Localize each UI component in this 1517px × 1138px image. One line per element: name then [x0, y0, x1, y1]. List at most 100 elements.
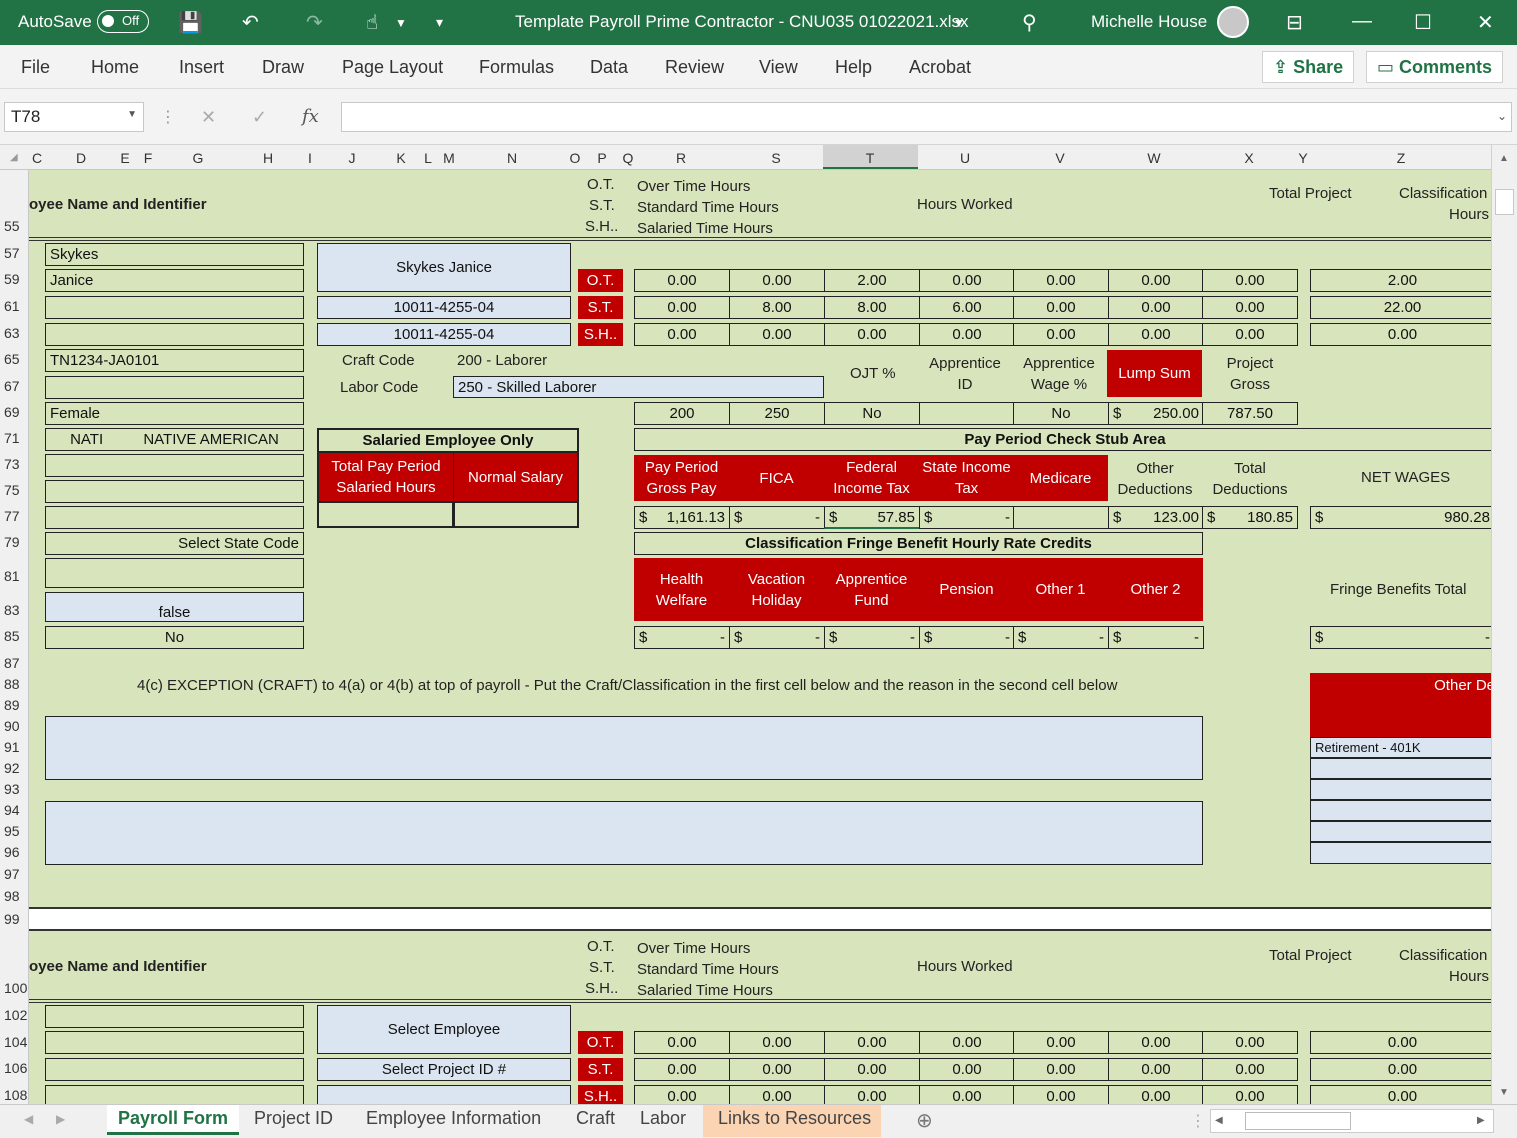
row-header-59[interactable]: 59 — [0, 271, 28, 287]
name-box[interactable]: T78 ▼ — [4, 102, 144, 132]
tab-labor[interactable]: Labor — [640, 1108, 686, 1129]
identifier-cell[interactable] — [45, 323, 304, 346]
close-icon[interactable]: ✕ — [1477, 10, 1494, 35]
retirement-cell[interactable]: Retirement - 401K — [1310, 737, 1491, 758]
hours-cell[interactable]: 0.00 — [634, 323, 730, 346]
hours-cell[interactable]: 8.00 — [729, 296, 825, 319]
row-header-94[interactable]: 94 — [0, 802, 28, 818]
maximize-icon[interactable]: ☐ — [1414, 10, 1432, 35]
hours-cell[interactable]: 2.00 — [824, 269, 920, 292]
hours-cell[interactable]: 0.00 — [1108, 1085, 1204, 1104]
hours-cell[interactable]: 8.00 — [824, 296, 920, 319]
hours-cell[interactable]: 6.00 — [919, 296, 1015, 319]
total-deductions-cell[interactable]: $180.85 — [1202, 506, 1298, 529]
chevron-down-icon[interactable]: ▼ — [395, 16, 407, 30]
hours-cell[interactable]: 0.00 — [634, 1031, 730, 1054]
hours-cell[interactable]: 0.00 — [919, 1031, 1015, 1054]
column-header-m[interactable]: M — [439, 150, 459, 166]
hours-cell[interactable]: 0.00 — [1108, 323, 1204, 346]
select-employee-cell[interactable]: Select Employee — [317, 1005, 571, 1054]
column-header-p[interactable]: P — [592, 150, 612, 166]
st-total-cell[interactable]: 22.00 — [1310, 296, 1491, 319]
first-name-cell[interactable] — [45, 1031, 304, 1054]
tab-craft[interactable]: Craft — [576, 1108, 615, 1129]
column-header-t[interactable]: T — [860, 150, 880, 166]
column-header-q[interactable]: Q — [618, 150, 638, 166]
column-header-f[interactable]: F — [138, 150, 158, 166]
menu-insert[interactable]: Insert — [179, 57, 224, 78]
row-header-75[interactable]: 75 — [0, 482, 28, 498]
row-header-71[interactable]: 71 — [0, 430, 28, 446]
row-header-96[interactable]: 96 — [0, 844, 28, 860]
hours-cell[interactable]: 0.00 — [1108, 296, 1204, 319]
avatar[interactable] — [1217, 6, 1249, 38]
comments-button[interactable]: ▭ Comments — [1366, 51, 1504, 83]
menu-view[interactable]: View — [759, 57, 798, 78]
other-deduction-cell[interactable] — [1310, 842, 1491, 864]
column-header-u[interactable]: U — [955, 150, 975, 166]
row-header-95[interactable]: 95 — [0, 823, 28, 839]
fringe-value-cell[interactable]: $ - — [824, 626, 920, 649]
fringe-value-cell[interactable]: $ - — [634, 626, 730, 649]
vertical-scrollbar[interactable]: ▲ ▼ — [1491, 145, 1517, 1104]
row-header-79[interactable]: 79 — [0, 534, 28, 550]
row-header-93[interactable]: 93 — [0, 781, 28, 797]
sh-total-cell[interactable]: 0.00 — [1310, 323, 1491, 346]
row-header-67[interactable]: 67 — [0, 378, 28, 394]
project-id[interactable]: 10011-4255-04 — [317, 323, 571, 346]
undo-icon[interactable]: ↶ — [242, 10, 259, 35]
labor-code-value[interactable]: 250 - Skilled Laborer — [453, 376, 824, 398]
row-header-77[interactable]: 77 — [0, 508, 28, 524]
first-name-cell[interactable]: Janice — [45, 269, 304, 292]
hours-cell[interactable]: 0.00 — [824, 1031, 920, 1054]
horizontal-scrollbar[interactable]: ◀ ▶ — [1210, 1109, 1494, 1133]
title-dropdown-icon[interactable]: ▼ — [953, 16, 965, 30]
exception-reason-input[interactable] — [45, 801, 1203, 865]
select-project-cell[interactable]: Select Project ID # — [317, 1058, 571, 1081]
column-header-n[interactable]: N — [502, 150, 522, 166]
redo-icon[interactable]: ↷ — [306, 10, 323, 35]
sheet-grid[interactable]: oyee Name and Identifier O.T. S.T. S.H..… — [29, 170, 1491, 1104]
blank-cell[interactable] — [45, 376, 304, 399]
select-all-icon[interactable]: ◢ — [10, 152, 18, 163]
identifier-cell[interactable] — [45, 1058, 304, 1081]
identifier-cell[interactable] — [45, 1085, 304, 1104]
hours-cell[interactable]: 0.00 — [1202, 323, 1298, 346]
column-header-d[interactable]: D — [71, 150, 91, 166]
hours-cell[interactable]: 0.00 — [824, 323, 920, 346]
menu-help[interactable]: Help — [835, 57, 872, 78]
last-name-cell[interactable] — [45, 1005, 304, 1028]
employee-id[interactable]: 10011-4255-04 — [317, 296, 571, 319]
column-header-g[interactable]: G — [188, 150, 208, 166]
apprentice-wage-cell[interactable]: No — [1013, 402, 1109, 425]
gross-pay-cell[interactable]: $1,161.13 — [634, 506, 730, 529]
labor-value-cell[interactable]: 250 — [729, 402, 825, 425]
craft-value-cell[interactable]: 200 — [634, 402, 730, 425]
other-deduction-cell[interactable] — [1310, 800, 1491, 821]
tab-employee-information[interactable]: Employee Information — [366, 1108, 541, 1129]
false-cell[interactable]: false — [45, 592, 304, 622]
st-total-cell[interactable]: 0.00 — [1310, 1058, 1491, 1081]
medicare-cell[interactable] — [1013, 506, 1109, 529]
hours-cell[interactable]: 0.00 — [1013, 323, 1109, 346]
column-header-v[interactable]: V — [1050, 150, 1070, 166]
hours-cell[interactable]: 0.00 — [729, 1058, 825, 1081]
hours-cell[interactable]: 0.00 — [729, 323, 825, 346]
search-icon[interactable]: ⚲ — [1022, 10, 1037, 35]
scroll-down-icon[interactable]: ▼ — [1499, 1087, 1509, 1098]
column-header-w[interactable]: W — [1144, 150, 1164, 166]
hours-cell[interactable]: 0.00 — [1108, 1031, 1204, 1054]
scroll-right-icon[interactable]: ▶ — [1477, 1115, 1485, 1126]
column-header-c[interactable]: C — [27, 150, 47, 166]
hours-cell[interactable]: 0.00 — [634, 296, 730, 319]
scroll-left-icon[interactable]: ◀ — [1215, 1115, 1223, 1126]
sh-total-cell[interactable]: 0.00 — [1310, 1085, 1491, 1104]
hours-cell[interactable]: 0.00 — [634, 269, 730, 292]
row-header-87[interactable]: 87 — [0, 655, 28, 671]
project-id-cell[interactable] — [317, 1085, 571, 1104]
hours-cell[interactable]: 0.00 — [1202, 1031, 1298, 1054]
column-header-z[interactable]: Z — [1391, 150, 1411, 166]
row-header-99[interactable]: 99 — [0, 911, 28, 927]
share-button[interactable]: ⇪ Share — [1262, 51, 1355, 83]
menu-acrobat[interactable]: Acrobat — [909, 57, 971, 78]
